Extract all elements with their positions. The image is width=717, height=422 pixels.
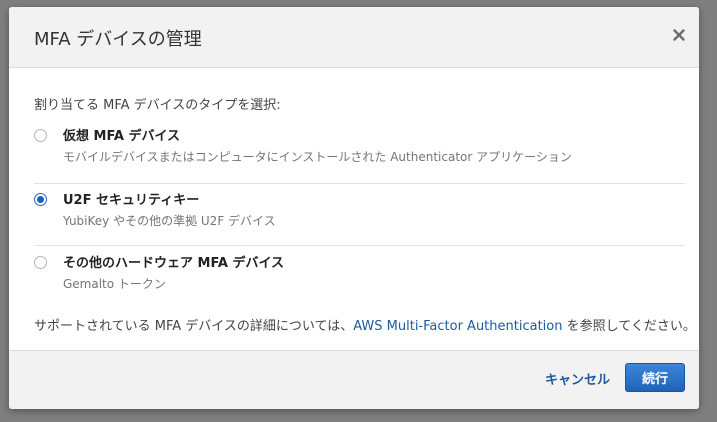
close-icon[interactable] [671,27,687,43]
aws-mfa-link[interactable]: AWS Multi-Factor Authentication [353,319,562,334]
option-description: モバイルデバイスまたはコンピュータにインストールされた Authenticato… [63,150,572,164]
option-description: Gemalto トークン [63,277,166,291]
radio-virtual-mfa[interactable] [34,129,47,142]
divider [34,245,685,246]
mfa-info-text: サポートされている MFA デバイスの詳細については、AWS Multi-Fac… [34,315,696,334]
option-hardware-mfa[interactable]: その他のハードウェア MFA デバイス Gemalto トークン [34,251,685,311]
option-description: YubiKey やその他の準拠 U2F デバイス [63,214,276,228]
info-prefix: サポートされている MFA デバイスの詳細については、 [34,319,354,334]
continue-button[interactable]: 続行 [625,363,685,392]
device-type-prompt: 割り当てる MFA デバイスのタイプを選択: [34,98,281,113]
option-u2f-security-key[interactable]: U2F セキュリティキー YubiKey やその他の準拠 U2F デバイス [34,188,685,248]
dialog-footer: キャンセル 続行 [9,350,699,409]
dialog-body: 割り当てる MFA デバイスのタイプを選択: 仮想 MFA デバイス モバイルデ… [9,68,699,350]
option-title: 仮想 MFA デバイス [63,129,181,144]
option-title: その他のハードウェア MFA デバイス [63,256,285,271]
mfa-dialog: MFA デバイスの管理 割り当てる MFA デバイスのタイプを選択: 仮想 MF… [9,7,699,409]
radio-u2f-security-key[interactable] [34,193,47,206]
divider [34,183,685,184]
cancel-button[interactable]: キャンセル [545,369,610,388]
radio-hardware-mfa[interactable] [34,256,47,269]
option-title: U2F セキュリティキー [63,193,200,208]
option-virtual-mfa[interactable]: 仮想 MFA デバイス モバイルデバイスまたはコンピュータにインストールされた … [34,124,685,184]
dialog-header: MFA デバイスの管理 [9,7,699,68]
info-suffix: を参照してください。 [562,319,696,334]
dialog-title: MFA デバイスの管理 [34,29,202,50]
